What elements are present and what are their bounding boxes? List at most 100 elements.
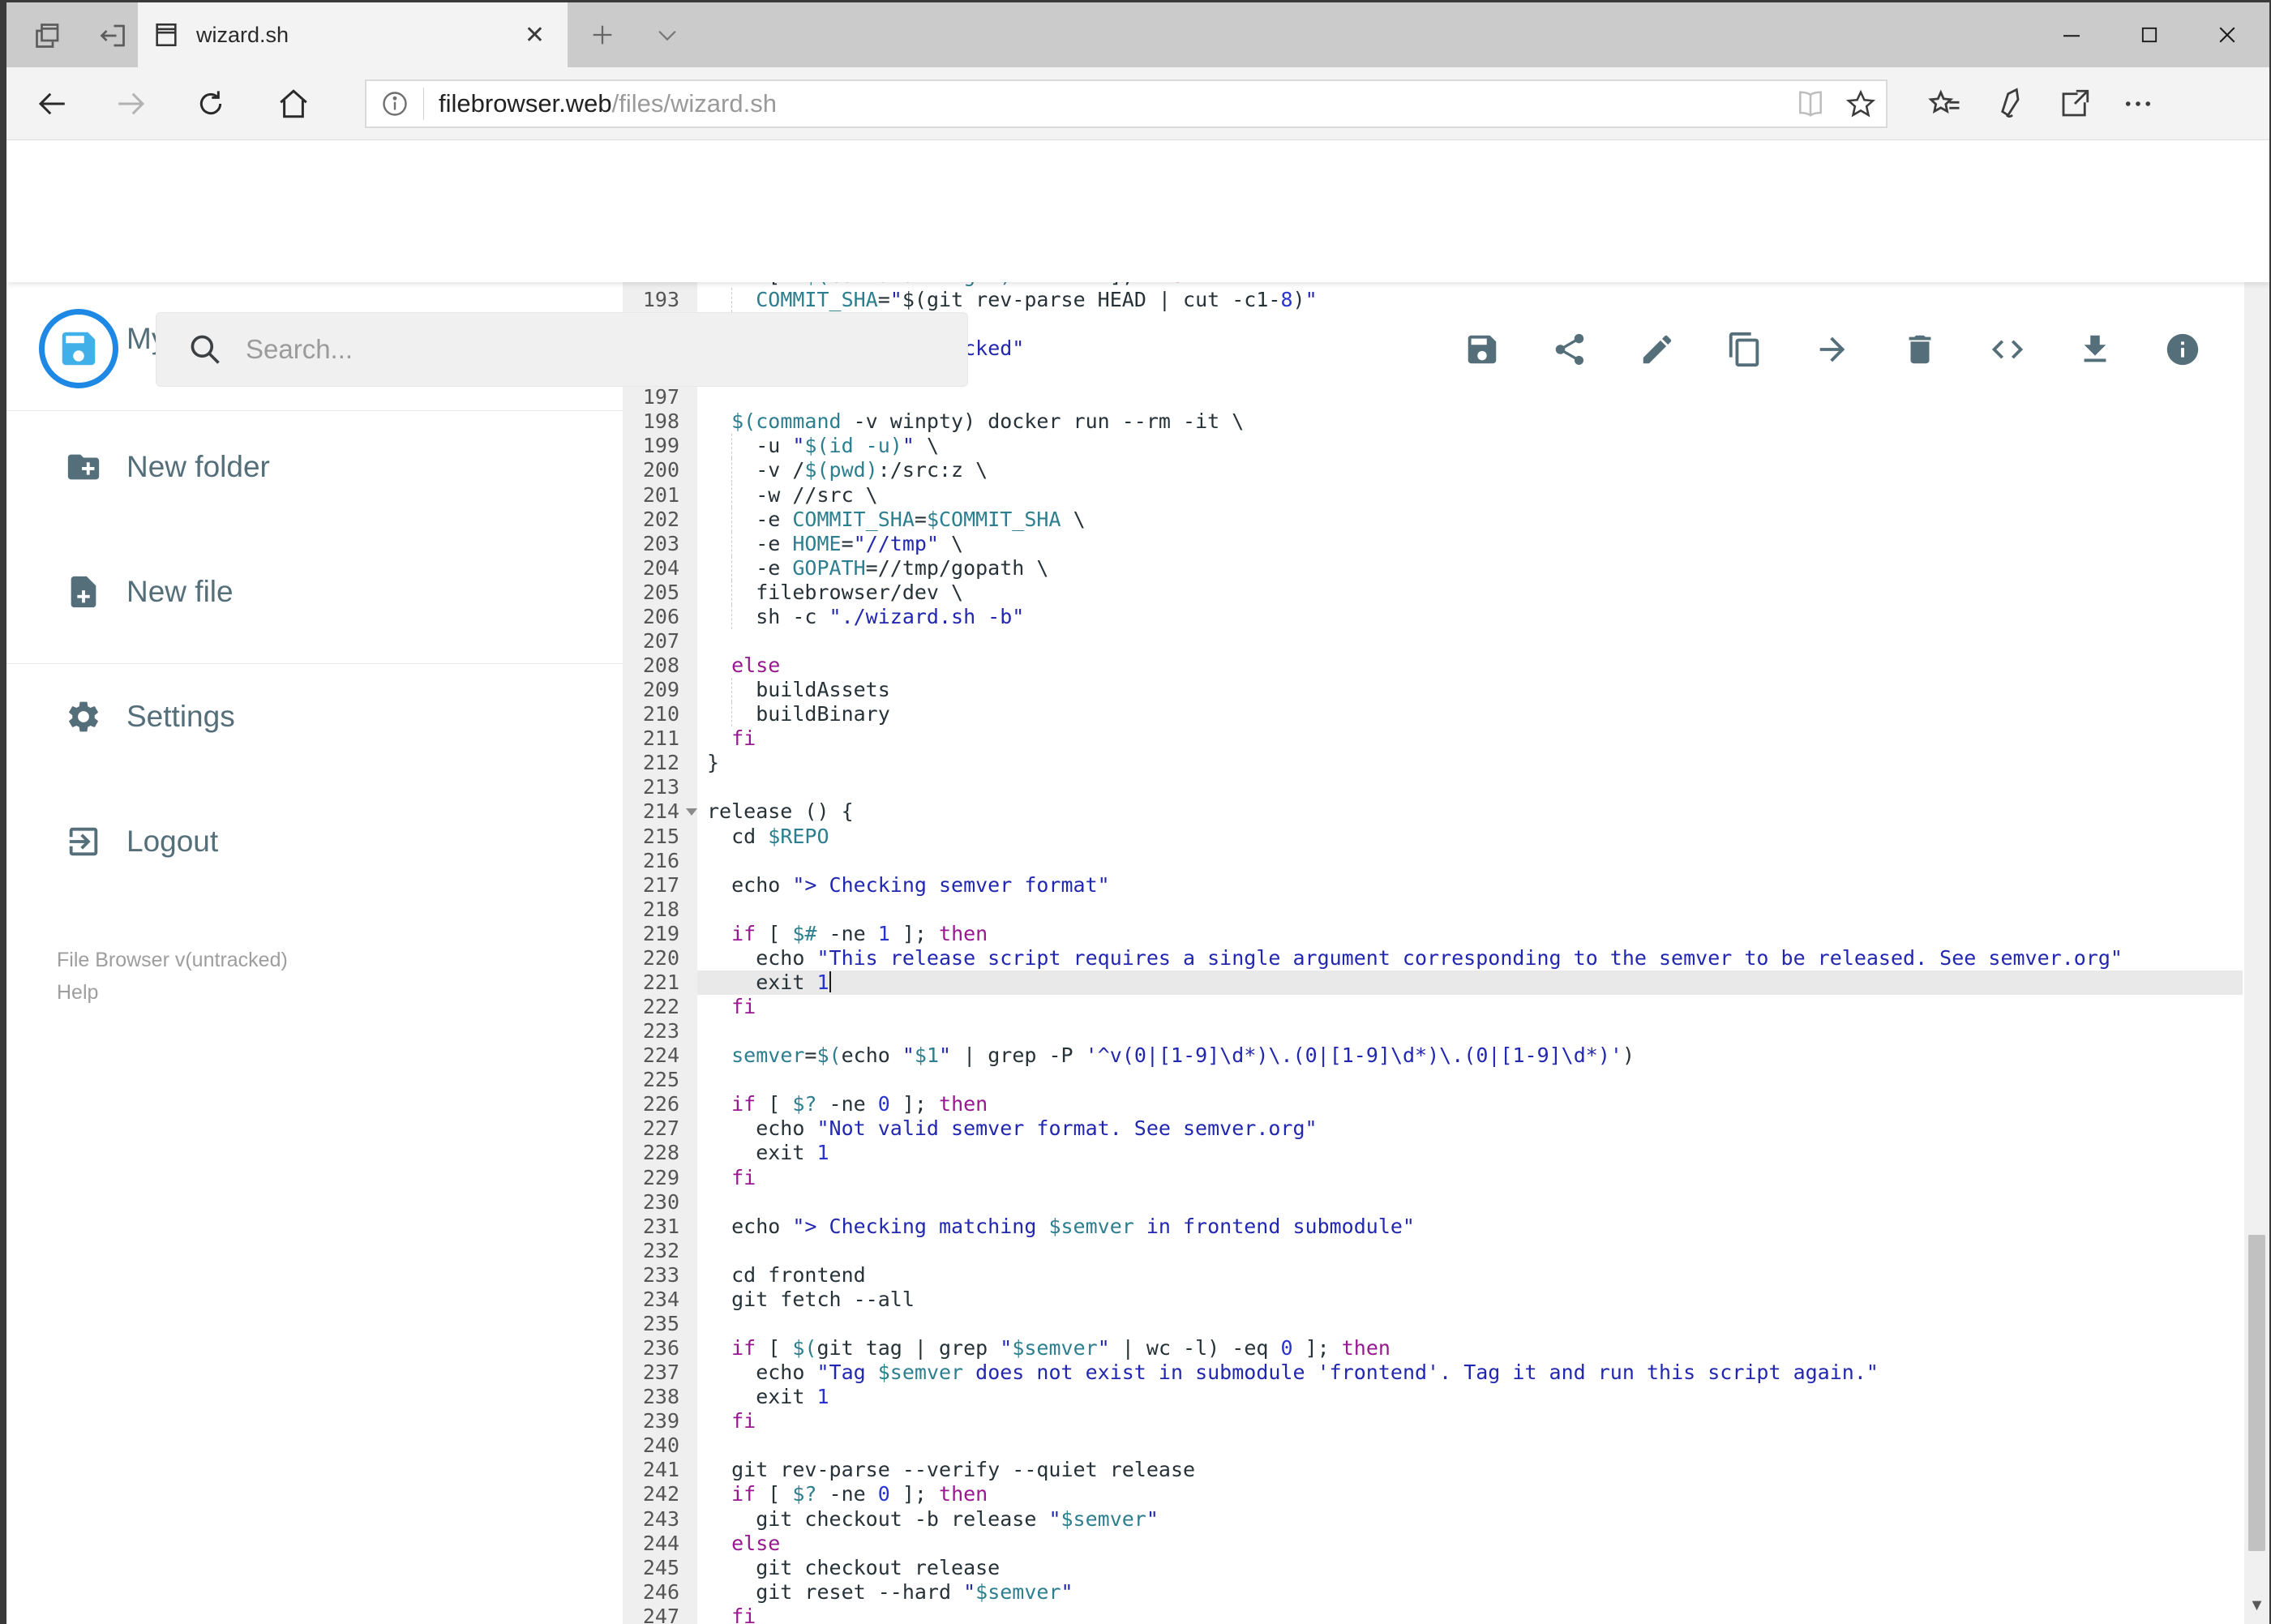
new-folder-icon — [65, 448, 102, 486]
code-text: if [ $? -ne 0 ]; then — [731, 1482, 988, 1506]
code-line: 247 fi — [623, 1605, 2243, 1624]
line-number: 200 — [642, 458, 679, 482]
code-line: 203 -e HOME="//tmp" \ — [623, 531, 2243, 556]
site-info-icon[interactable] — [366, 89, 423, 118]
reading-view-icon[interactable] — [1785, 88, 1836, 119]
delete-button[interactable] — [1897, 327, 1943, 372]
code-text: if [ $# -ne 1 ]; then — [731, 921, 988, 945]
minimize-button[interactable] — [2036, 2, 2107, 67]
url-bar[interactable]: filebrowser.web/files/wizard.sh — [365, 79, 1888, 128]
filebrowser-logo[interactable] — [39, 309, 118, 388]
line-number: 211 — [642, 726, 679, 751]
code-text: COMMIT_SHA="$(git rev-parse HEAD | cut -… — [756, 288, 1318, 311]
line-number: 235 — [642, 1311, 679, 1335]
line-number: 241 — [642, 1458, 679, 1482]
home-button[interactable] — [268, 79, 319, 128]
download-button[interactable] — [2072, 327, 2118, 372]
code-line: 237 echo "Tag $semver does not exist in … — [623, 1360, 2243, 1385]
line-number: 246 — [642, 1579, 679, 1604]
forward-button[interactable] — [105, 79, 157, 128]
code-text: $(command -v winpty) docker run --rm -it… — [731, 409, 1245, 434]
code-line: 238 exit 1 — [623, 1385, 2243, 1409]
tab-preview-button[interactable] — [24, 12, 71, 59]
close-window-button[interactable] — [2192, 2, 2263, 67]
line-number: 234 — [642, 1287, 679, 1311]
hub-favorites-button[interactable] — [1917, 79, 1973, 128]
code-text: git checkout release — [707, 1555, 1001, 1579]
tab-preview-icon — [33, 21, 62, 50]
new-tab-button[interactable] — [578, 14, 627, 56]
search-input[interactable] — [244, 333, 967, 366]
code-line: 193 COMMIT_SHA="$(git rev-parse HEAD | c… — [623, 288, 2243, 312]
code-line: 242 if [ $? -ne 0 ]; then — [623, 1482, 2243, 1506]
sidebar-item-settings[interactable]: Settings — [6, 679, 623, 754]
line-number: 221 — [642, 970, 679, 994]
scrollbar-thumb[interactable] — [2248, 1235, 2265, 1551]
code-line: 207 — [623, 629, 2243, 653]
line-number: 201 — [642, 482, 679, 507]
code-text: git fetch --all — [707, 1287, 915, 1311]
rename-button[interactable] — [1635, 327, 1680, 372]
search-box[interactable] — [156, 312, 968, 387]
line-number: 233 — [642, 1262, 679, 1287]
code-line: 218 — [623, 898, 2243, 922]
code-line: 204 -e GOPATH=//tmp/gopath \ — [623, 555, 2243, 581]
scroll-down-arrow[interactable]: ▼ — [2244, 1592, 2269, 1619]
code-text: fi — [731, 1165, 756, 1189]
share-page-button[interactable] — [2046, 79, 2103, 128]
sidebar-item-new-file[interactable]: New file — [6, 555, 623, 629]
code-line: 198 $(command -v winpty) docker run --rm… — [623, 409, 2243, 434]
code-text: -e COMMIT_SHA=$COMMIT_SHA \ — [707, 507, 1086, 531]
source-code-button[interactable] — [1985, 327, 2030, 372]
line-number: 218 — [642, 897, 679, 921]
code-line: 244 else — [623, 1532, 2243, 1556]
code-text: -e GOPATH=//tmp/gopath \ — [707, 555, 1049, 580]
share-button[interactable] — [1547, 327, 1592, 372]
code-editor[interactable]: if [ "$(command -v git)" != "" ]; then19… — [623, 282, 2243, 1624]
line-number: 213 — [642, 775, 679, 799]
vertical-scrollbar[interactable]: ▲ ▼ — [2244, 140, 2269, 1624]
line-number: 210 — [642, 702, 679, 726]
sidebar-item-logout[interactable]: Logout — [6, 804, 623, 879]
info-button[interactable] — [2160, 327, 2205, 372]
code-text: cd frontend — [707, 1262, 866, 1287]
maximize-button[interactable] — [2114, 2, 2185, 67]
add-favorite-star-icon[interactable] — [1836, 88, 1886, 119]
share-icon — [1555, 333, 1584, 366]
code-line: 230 — [623, 1190, 2243, 1215]
code-line: 210 buildBinary — [623, 702, 2243, 727]
code-line: 208 else — [623, 653, 2243, 678]
sidebar-item-new-folder[interactable]: New folder — [6, 430, 623, 504]
copy-icon — [1729, 332, 1759, 367]
edit-pencil-icon — [1643, 335, 1672, 364]
line-number: 208 — [642, 653, 679, 678]
page-icon — [152, 21, 180, 49]
tab-close-icon[interactable]: ✕ — [516, 21, 553, 49]
refresh-button[interactable] — [185, 79, 237, 128]
line-number: 202 — [642, 507, 679, 531]
browser-tab[interactable]: wizard.sh ✕ — [138, 2, 568, 67]
code-line: 232 — [623, 1239, 2243, 1263]
line-number: 231 — [642, 1214, 679, 1238]
new-file-icon — [65, 573, 102, 611]
code-text: release () { — [707, 799, 854, 824]
move-button[interactable] — [1810, 327, 1855, 372]
save-button[interactable] — [1459, 327, 1505, 372]
code-text: filebrowser/dev \ — [707, 580, 964, 604]
code-line: 233 cd frontend — [623, 1263, 2243, 1288]
line-number: 209 — [642, 678, 679, 702]
fold-arrow-icon[interactable] — [686, 808, 697, 816]
code-line: 216 — [623, 849, 2243, 873]
line-number: 230 — [642, 1189, 679, 1214]
line-number: 199 — [642, 434, 679, 458]
version-text: File Browser v(untracked) — [57, 949, 288, 971]
code-line: 241 git rev-parse --verify --quiet relea… — [623, 1458, 2243, 1482]
line-number: 243 — [642, 1506, 679, 1531]
annotate-pen-button[interactable] — [1978, 79, 2035, 128]
copy-button[interactable] — [1722, 327, 1768, 372]
tab-list-chevron-button[interactable] — [643, 14, 692, 56]
set-tabs-aside-button[interactable] — [89, 12, 136, 59]
back-button[interactable] — [26, 79, 78, 128]
more-options-button[interactable] — [2110, 79, 2166, 128]
help-link[interactable]: Help — [57, 981, 98, 1005]
